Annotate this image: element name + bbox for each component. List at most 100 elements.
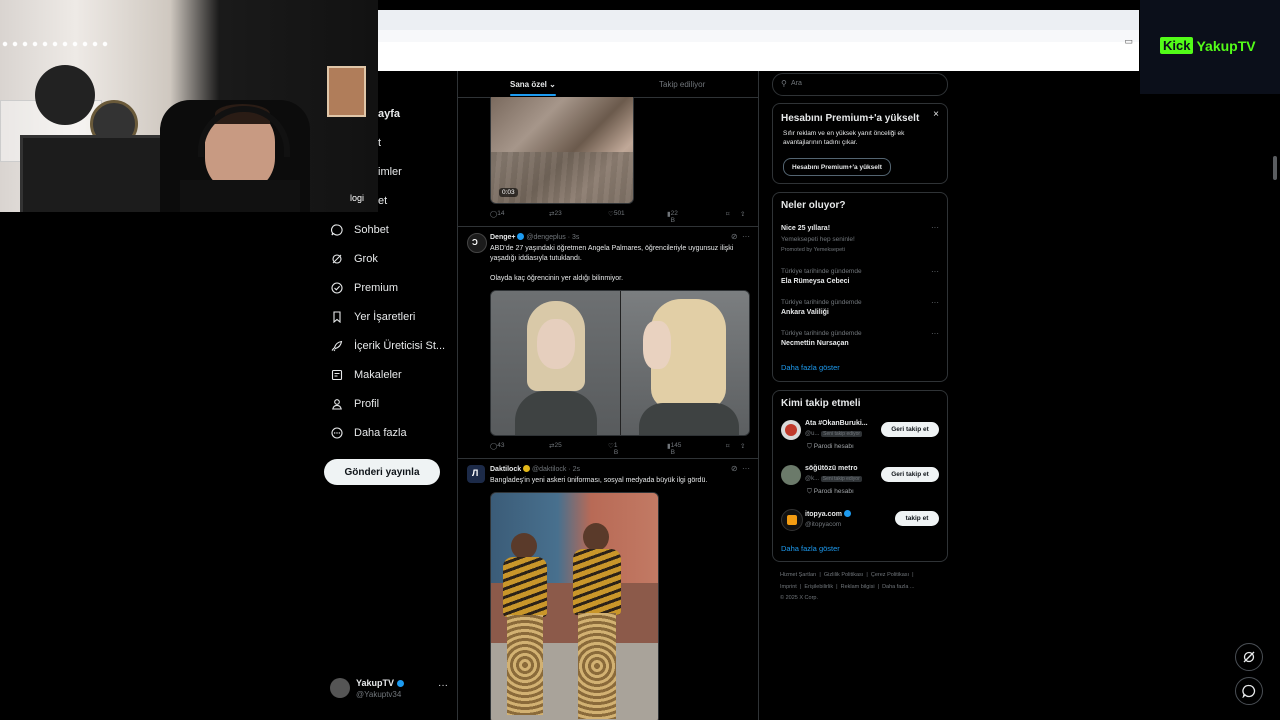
nav-item-bookmarks[interactable]: Yer İşaretleri xyxy=(330,310,415,324)
share-icon[interactable]: ⇪ xyxy=(740,442,745,450)
rocket-icon xyxy=(330,339,344,353)
tab-following[interactable]: Takip ediliyor xyxy=(659,80,705,89)
more-icon[interactable]: ··· xyxy=(931,223,939,232)
trend-title[interactable]: Nice 25 yıllara! xyxy=(781,225,830,232)
account-switcher[interactable]: YakupTV @Yakuptv34 ··· xyxy=(330,676,450,702)
like-button[interactable]: ♡ 1 B xyxy=(608,442,618,456)
browser-toolbar: ▭ xyxy=(378,10,1139,71)
reply-button[interactable]: ◯ 14 xyxy=(490,210,505,218)
trend-title[interactable]: Necmettin Nursaçan xyxy=(781,340,849,347)
nav-messages-partial[interactable]: et xyxy=(378,195,387,207)
follow-back-button[interactable]: Geri takip et xyxy=(881,422,939,437)
grok-icon[interactable]: ⊘ xyxy=(731,232,738,241)
browser-address-bar[interactable] xyxy=(378,30,1139,42)
grok-float-button[interactable] xyxy=(1235,643,1263,671)
more-icon[interactable]: ··· xyxy=(438,680,448,691)
post-button[interactable]: Gönderi yayınla xyxy=(324,459,440,485)
vinyl-decoration xyxy=(35,65,95,125)
nav-explore-partial[interactable]: t xyxy=(378,137,381,149)
footer-links-row-2[interactable]: Imprint | Erişilebilirlik | Reklam bilgi… xyxy=(780,584,915,590)
views-button[interactable]: ▮ 22 B xyxy=(667,210,678,224)
avatar[interactable] xyxy=(781,420,801,440)
search-input[interactable]: ⚲ Ara xyxy=(772,73,948,96)
nav-item-more[interactable]: Daha fazla xyxy=(330,426,407,440)
tab-for-you[interactable]: Sana özel ⌄ xyxy=(510,80,556,89)
nav-item-creator-studio[interactable]: İçerik Üreticisi St... xyxy=(330,339,445,353)
repost-button[interactable]: ⇄ 25 xyxy=(549,442,562,450)
follow-back-button[interactable]: Geri takip et xyxy=(881,467,939,482)
avatar[interactable]: Л xyxy=(467,465,485,483)
like-button[interactable]: ♡ 501 xyxy=(608,210,625,218)
author-name[interactable]: Daktilock xyxy=(490,466,521,473)
scrollbar-thumb[interactable] xyxy=(1273,156,1277,180)
parody-icon: ⛉ xyxy=(807,443,812,450)
more-icon[interactable]: ··· xyxy=(931,267,939,276)
like-count: 501 xyxy=(613,210,625,217)
tweet-image[interactable] xyxy=(490,290,750,436)
follow-name[interactable]: Ata #OkanBuruki... xyxy=(805,420,868,427)
follow-name[interactable]: söğütözü metro xyxy=(805,465,858,472)
kick-badge: Kick xyxy=(1160,37,1194,54)
tweet-image[interactable] xyxy=(490,492,659,720)
trend-title[interactable]: Ankara Valiliği xyxy=(781,309,829,316)
webcam-overlay-text: logi xyxy=(350,193,365,203)
author-name[interactable]: Denge+ xyxy=(490,234,515,241)
active-tab-indicator xyxy=(510,94,556,96)
follow-handle-row: @k... Seni takip ediyor xyxy=(805,476,862,482)
tweet-text: Bangladeş'in yeni askeri üniforması, sos… xyxy=(490,477,708,484)
face xyxy=(537,319,575,369)
parody-icon: ⛉ xyxy=(807,488,812,495)
follow-button[interactable]: takip et xyxy=(895,511,939,526)
tweet-text: ABD'de 27 yaşındaki öğretmen Angela Palm… xyxy=(490,245,734,262)
close-icon[interactable]: × xyxy=(933,109,939,120)
browser-tab-strip xyxy=(378,10,1139,30)
extension-icon[interactable]: ▭ xyxy=(1124,36,1133,47)
monitor xyxy=(20,135,166,212)
trend-title[interactable]: Ela Rümeysa Cebeci xyxy=(781,278,849,285)
avatar[interactable]: Ɔ xyxy=(467,233,487,253)
trends-show-more-link[interactable]: Daha fazla göster xyxy=(781,363,840,372)
profile-icon xyxy=(330,397,344,411)
follow-show-more-link[interactable]: Daha fazla göster xyxy=(781,544,840,553)
avatar-face xyxy=(785,424,797,436)
grok-icon[interactable]: ⊘ xyxy=(731,464,738,473)
divider xyxy=(458,458,758,459)
premium-icon xyxy=(330,281,344,295)
nav-item-chat[interactable]: Sohbet xyxy=(330,223,389,237)
nav-item-articles[interactable]: Makaleler xyxy=(330,368,402,382)
more-circle-icon xyxy=(330,426,344,440)
messages-float-button[interactable] xyxy=(1235,677,1263,705)
video-duration: 0:03 xyxy=(499,188,518,197)
more-icon[interactable]: ··· xyxy=(742,464,750,473)
follow-name[interactable]: itopya.com xyxy=(805,511,842,518)
grok-icon xyxy=(1243,651,1255,663)
avatar[interactable] xyxy=(781,465,801,485)
nav-item-profile[interactable]: Profil xyxy=(330,397,379,411)
premium-upgrade-button[interactable]: Hesabını Premium+'a yükselt xyxy=(783,158,891,176)
repost-button[interactable]: ⇄ 23 xyxy=(549,210,562,218)
share-icon[interactable]: ⇪ xyxy=(740,210,745,218)
premium-title: Hesabını Premium+'a yükselt xyxy=(781,113,920,124)
tweet-video[interactable]: 0:03 xyxy=(490,97,634,204)
author-handle[interactable]: @daktilock · 2s xyxy=(532,466,580,473)
more-icon[interactable]: ··· xyxy=(931,298,939,307)
more-icon[interactable]: ··· xyxy=(931,329,939,338)
verified-gold-icon xyxy=(523,465,531,472)
nav-notifications-partial[interactable]: imler xyxy=(378,166,402,178)
who-to-follow-card: Kimi takip etmeli Ata #OkanBuruki... @u.… xyxy=(772,390,948,562)
nav-home-partial[interactable]: ayfa xyxy=(378,108,400,120)
nav-item-premium[interactable]: Premium xyxy=(330,281,398,295)
parody-label-row: ⛉ Parodi hesabı xyxy=(807,443,854,451)
nav-item-grok[interactable]: Grok xyxy=(330,252,378,266)
reply-button[interactable]: ◯ 43 xyxy=(490,442,505,450)
parody-label: Parodi hesabı xyxy=(813,488,854,495)
bookmark-icon[interactable]: ⌑ xyxy=(726,442,729,450)
footer-links-row-1[interactable]: Hizmet Şartları | Gizlilik Politikası | … xyxy=(780,572,914,578)
views-button[interactable]: ▮ 145 B xyxy=(667,442,681,456)
more-icon[interactable]: ··· xyxy=(742,232,750,241)
bookmark-icon[interactable]: ⌑ xyxy=(726,210,729,218)
view-count: 22 B xyxy=(670,210,678,224)
author-handle[interactable]: @dengeplus · 3s xyxy=(526,234,579,241)
avatar[interactable] xyxy=(781,509,803,531)
follow-handle: @k... xyxy=(805,476,820,482)
